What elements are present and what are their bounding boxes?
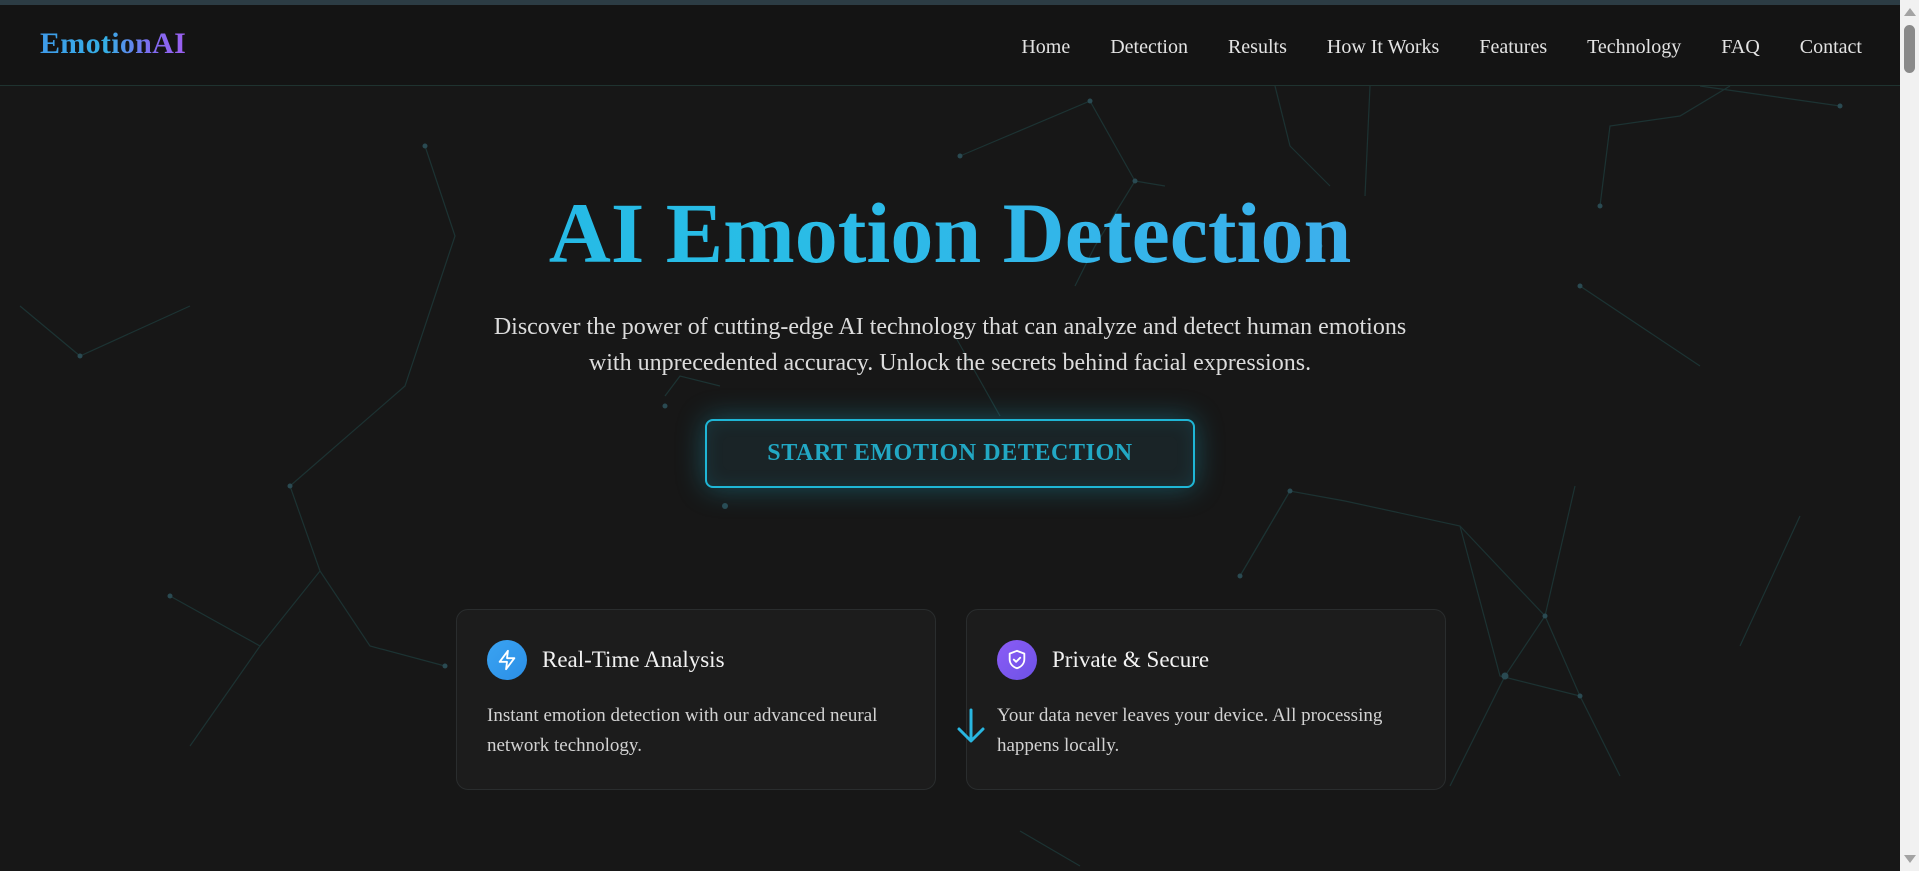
card-description: Your data never leaves your device. All … — [997, 701, 1427, 761]
hero-subtitle-line-1: Discover the power of cutting-edge AI te… — [493, 314, 1407, 340]
hero-title: AI Emotion Detection — [0, 183, 1900, 283]
nav-item-faq[interactable]: FAQ — [1721, 35, 1760, 59]
hero-subtitle: Discover the power of cutting-edge AI te… — [460, 309, 1440, 381]
card-title: Real-Time Analysis — [542, 647, 725, 672]
card-description-line-1: Instant emotion detection with our advan… — [487, 705, 878, 726]
feature-card-real-time-analysis: Real-Time Analysis Instant emotion detec… — [456, 609, 936, 790]
scrollbar-thumb[interactable] — [1904, 25, 1915, 73]
hero-subtitle-line-2: with unprecedented accuracy. Unlock the … — [588, 350, 1312, 376]
scroll-up-arrow-icon[interactable] — [1904, 8, 1916, 16]
arrow-down-icon[interactable] — [954, 706, 988, 746]
brand-logo[interactable]: EmotionAI — [40, 27, 186, 61]
navbar: EmotionAI Home Detection Results How It … — [0, 5, 1900, 86]
nav-links: Home Detection Results How It Works Feat… — [1021, 35, 1862, 59]
card-description-line-2: network technology. — [487, 735, 642, 756]
card-title: Private & Secure — [1052, 647, 1210, 672]
card-description: Instant emotion detection with our advan… — [487, 701, 917, 761]
nav-item-features[interactable]: Features — [1479, 35, 1547, 59]
nav-item-technology[interactable]: Technology — [1587, 35, 1681, 59]
start-emotion-detection-button[interactable]: START EMOTION DETECTION — [705, 419, 1195, 488]
nav-item-contact[interactable]: Contact — [1800, 35, 1862, 59]
card-description-line-1: Your data never leaves your device. All … — [997, 705, 1383, 726]
nav-item-home[interactable]: Home — [1021, 35, 1070, 59]
scroll-down-arrow-icon[interactable] — [1904, 855, 1916, 863]
card-description-line-2: happens locally. — [997, 735, 1120, 756]
vertical-scrollbar[interactable] — [1900, 0, 1919, 871]
lightning-icon — [487, 640, 527, 680]
page: EmotionAI Home Detection Results How It … — [0, 0, 1900, 871]
nav-item-detection[interactable]: Detection — [1110, 35, 1188, 59]
shield-check-icon — [997, 640, 1037, 680]
nav-item-how-it-works[interactable]: How It Works — [1327, 35, 1439, 59]
feature-card-private-secure: Private & Secure Your data never leaves … — [966, 609, 1446, 790]
nav-item-results[interactable]: Results — [1228, 35, 1287, 59]
